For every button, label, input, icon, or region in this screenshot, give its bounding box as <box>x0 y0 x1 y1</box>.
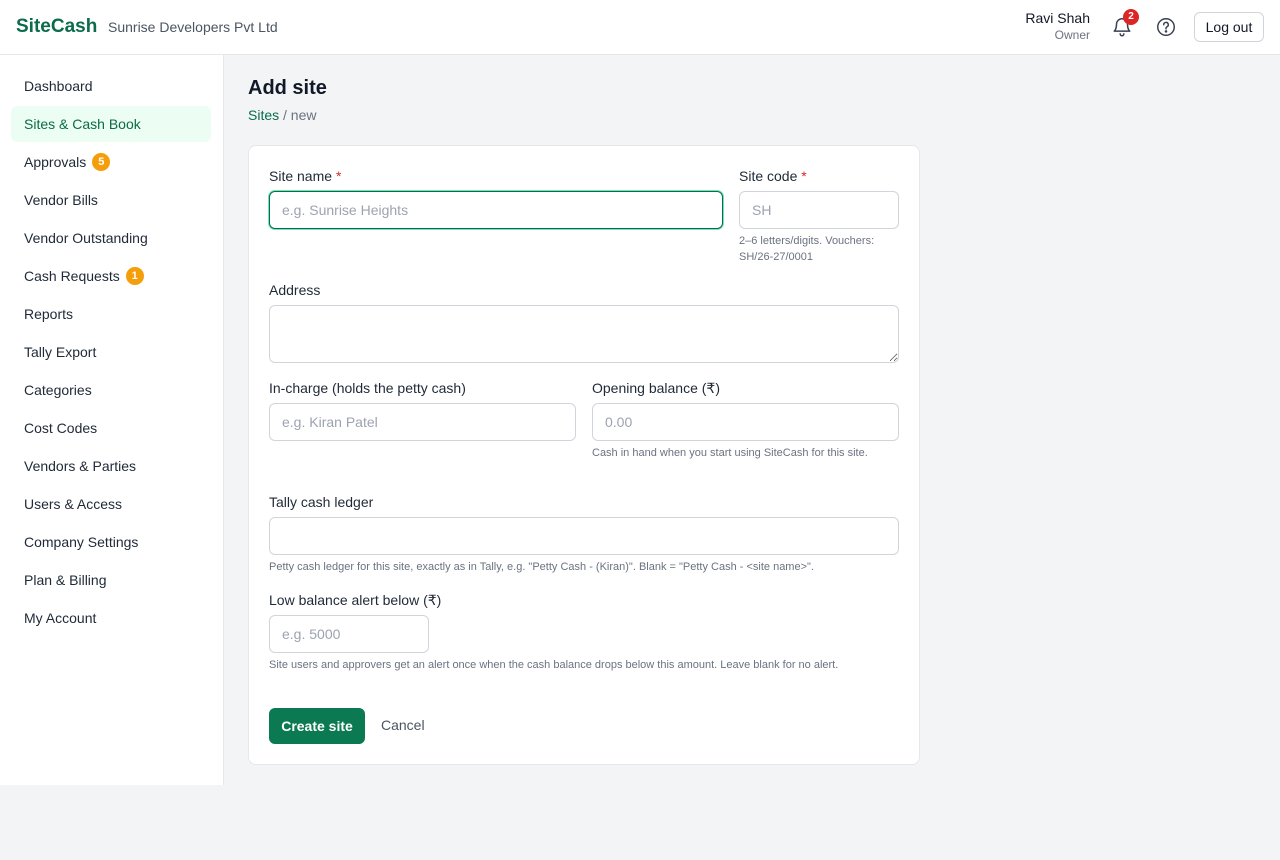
sidebar-item-vendor-bills[interactable]: Vendor Bills <box>11 182 211 218</box>
site-name-input[interactable] <box>269 191 723 229</box>
sidebar-item-reports[interactable]: Reports <box>11 296 211 332</box>
sidebar-item-sites-and-cash-book[interactable]: Sites & Cash Book <box>11 106 211 142</box>
required-mark: * <box>335 168 342 184</box>
sidebar-item-vendors-and-parties[interactable]: Vendors & Parties <box>11 448 211 484</box>
low-balance-label: Low balance alert below (₹) <box>269 592 442 608</box>
sidebar-item-label: Approvals <box>24 154 87 170</box>
required-mark: * <box>801 168 807 184</box>
sidebar-item-cost-codes[interactable]: Cost Codes <box>11 410 211 446</box>
site-code-hint: 2–6 letters/digits. Vouchers: SH/26-27/0… <box>739 235 875 263</box>
sidebar-item-my-account[interactable]: My Account <box>11 600 211 636</box>
brand-logo[interactable]: SiteCash <box>16 16 97 38</box>
sidebar-item-label: Dashboard <box>24 78 93 94</box>
sidebar-item-tally-export[interactable]: Tally Export <box>11 334 211 370</box>
sidebar-item-company-settings[interactable]: Company Settings <box>11 524 211 560</box>
user-name: Ravi Shah <box>1025 10 1090 26</box>
count-badge: 1 <box>125 267 144 285</box>
sidebar-item-cash-requests[interactable]: Cash Requests 1 <box>11 258 211 294</box>
address-label: Address <box>269 282 321 298</box>
company-name: Sunrise Developers Pvt Ltd <box>108 19 278 35</box>
opening-balance-input[interactable] <box>592 403 899 441</box>
low-balance-hint: Site users and approvers get an alert on… <box>269 659 839 671</box>
sidebar-item-label: Vendor Outstanding <box>24 230 148 246</box>
sidebar-item-dashboard[interactable]: Dashboard <box>11 68 211 104</box>
user-role: Owner <box>1054 28 1090 42</box>
sidebar-item-label: Tally Export <box>24 344 97 360</box>
create-site-button[interactable]: Create site <box>269 708 365 744</box>
cancel-button[interactable]: Cancel <box>381 717 425 733</box>
sidebar-item-label: Cash Requests <box>24 268 120 284</box>
sidebar-item-label: Plan & Billing <box>24 572 107 588</box>
breadcrumb: Sites / new <box>248 107 316 123</box>
sidebar-item-label: My Account <box>24 610 97 626</box>
tally-ledger-hint: Petty cash ledger for this site, exactly… <box>269 561 814 573</box>
top-bar: SiteCash Sunrise Developers Pvt Ltd Ravi… <box>0 0 1280 55</box>
opening-balance-label: Opening balance (₹) <box>592 380 720 396</box>
sidebar-item-plan-and-billing[interactable]: Plan & Billing <box>11 562 211 598</box>
sidebar-item-label: Company Settings <box>24 534 139 550</box>
logout-button[interactable]: Log out <box>1194 12 1264 42</box>
site-code-input[interactable] <box>739 191 899 229</box>
sidebar-item-label: Sites & Cash Book <box>24 116 141 132</box>
help-icon[interactable] <box>1155 16 1177 38</box>
add-site-form: Site name * Site code * 2–6 letters/digi… <box>248 145 920 765</box>
sidebar-item-label: Vendor Bills <box>24 192 98 208</box>
sidebar-item-label: Cost Codes <box>24 420 98 436</box>
site-name-label: Site name * <box>269 168 341 184</box>
sidebar-item-label: Users & Access <box>24 496 123 512</box>
breadcrumb-current: new <box>290 107 317 123</box>
notification-badge: 2 <box>1123 9 1139 25</box>
address-textarea[interactable] <box>269 305 899 363</box>
breadcrumb-separator: / <box>283 107 287 123</box>
sidebar-item-users-and-access[interactable]: Users & Access <box>11 486 211 522</box>
sidebar-item-label: Vendors & Parties <box>24 458 137 474</box>
tally-ledger-label: Tally cash ledger <box>269 494 374 510</box>
opening-balance-hint: Cash in hand when you start using SiteCa… <box>592 447 868 459</box>
count-badge: 5 <box>92 153 111 171</box>
sidebar-item-label: Categories <box>24 382 92 398</box>
site-name-label-text: Site name <box>269 168 333 184</box>
sidebar: Dashboard Sites & Cash Book Approvals 5 Vend… <box>0 55 224 785</box>
user-info: Ravi Shah Owner <box>1025 10 1090 44</box>
sidebar-item-approvals[interactable]: Approvals 5 <box>11 144 211 180</box>
tally-ledger-input[interactable] <box>269 517 899 555</box>
sidebar-item-vendor-outstanding[interactable]: Vendor Outstanding <box>11 220 211 256</box>
site-code-label: Site code * <box>739 168 807 184</box>
in-charge-input[interactable] <box>269 403 576 441</box>
sidebar-item-label: Reports <box>24 306 74 322</box>
site-code-label-text: Site code <box>739 168 798 184</box>
page-title: Add site <box>248 77 327 99</box>
low-balance-input[interactable] <box>269 615 429 653</box>
in-charge-label: In-charge (holds the petty cash) <box>269 380 466 396</box>
breadcrumb-sites-link[interactable]: Sites <box>248 107 279 123</box>
sidebar-item-categories[interactable]: Categories <box>11 372 211 408</box>
